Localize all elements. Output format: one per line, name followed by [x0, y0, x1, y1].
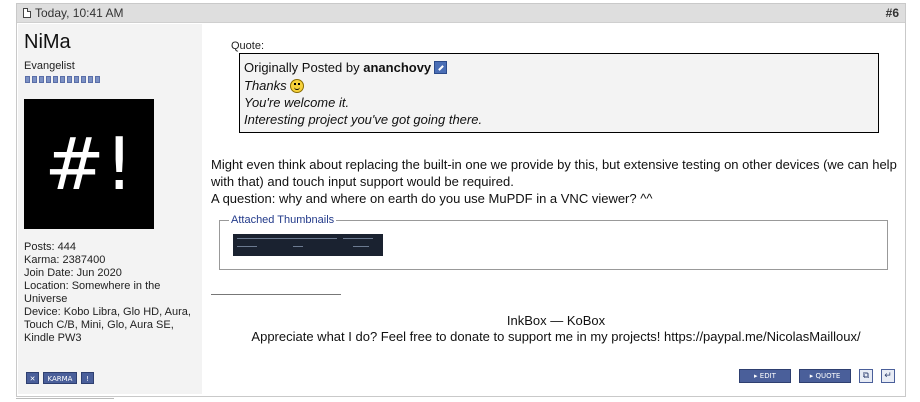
reputation-bar: [25, 76, 100, 83]
quote-attribution: Originally Posted by ananchovy: [244, 60, 448, 75]
signature-divider: [211, 294, 341, 295]
reputation-pip: [32, 76, 37, 83]
user-title: Evangelist: [24, 60, 75, 72]
quote-line-welcome: You're welcome it.: [244, 95, 350, 110]
post-date: Today, 10:41 AM: [35, 6, 124, 20]
stat-posts: Posts: 444: [24, 241, 76, 253]
user-stats: Posts: 444 Karma: 2387400 Join Date: Jun…: [24, 241, 200, 345]
multiquote-icon[interactable]: ⧉: [859, 369, 873, 383]
post-content: Quote: Originally Posted by ananchovy Th…: [211, 24, 901, 394]
quote-author: ananchovy: [363, 60, 432, 75]
quote-prefix: Originally Posted by: [244, 60, 360, 75]
attachment-thumbnail[interactable]: [233, 234, 383, 256]
quote-line-thanks: Thanks: [244, 78, 304, 94]
reputation-pip: [67, 76, 72, 83]
attachments-box: Attached Thumbnails: [219, 214, 888, 270]
stat-join-date: Join Date: Jun 2020: [24, 267, 122, 279]
quick-reply-icon[interactable]: ↵: [881, 369, 895, 383]
stat-karma: Karma: 2387400: [24, 254, 106, 266]
post-paragraph-2: A question: why and where on earth do yo…: [211, 191, 653, 206]
quote-box: Originally Posted by ananchovy Thanks Yo…: [239, 53, 879, 133]
reputation-pip: [39, 76, 44, 83]
reputation-pip: [95, 76, 100, 83]
post-page-icon: [23, 8, 31, 18]
username-link[interactable]: NiMa: [24, 31, 71, 54]
reputation-pip: [81, 76, 86, 83]
attachments-legend: Attached Thumbnails: [229, 214, 337, 226]
reputation-pip: [53, 76, 58, 83]
edit-button[interactable]: ▸ EDIT: [739, 369, 791, 383]
reputation-pip: [46, 76, 51, 83]
quote-label: Quote:: [231, 40, 265, 52]
forum-post: Today, 10:41 AM #6 NiMa Evangelist #! Po…: [16, 3, 906, 397]
reputation-pip: [60, 76, 65, 83]
reputation-pip: [25, 76, 30, 83]
post-body: Might even think about replacing the bui…: [211, 156, 901, 207]
stat-location: Location: Somewhere in the Universe: [24, 280, 161, 305]
user-action-buttons: ✕ KARMA !: [26, 372, 94, 384]
post-number-link[interactable]: #6: [886, 6, 899, 20]
stat-device: Device: Kobo Libra, Glo HD, Aura, Touch …: [24, 306, 191, 344]
post-paragraph-1: Might even think about replacing the bui…: [211, 157, 897, 189]
reputation-pip: [88, 76, 93, 83]
user-info-panel: NiMa Evangelist #! Posts: 444 Karma: 238…: [18, 24, 202, 394]
post-header: Today, 10:41 AM #6: [17, 4, 905, 23]
karma-button[interactable]: KARMA: [43, 372, 77, 384]
signature-donate: Appreciate what I do? Feel free to donat…: [251, 329, 861, 344]
view-post-icon[interactable]: [434, 61, 448, 75]
quote-button[interactable]: ▸ QUOTE: [799, 369, 851, 383]
smiley-icon: [289, 78, 304, 93]
reputation-pip: [74, 76, 79, 83]
post-action-buttons: ▸ EDIT ▸ QUOTE ⧉ ↵: [739, 369, 895, 383]
page-divider: [16, 398, 114, 399]
signature-title: InkBox — KoBox: [506, 313, 606, 328]
warning-icon[interactable]: !: [81, 372, 94, 384]
report-post-icon[interactable]: ✕: [26, 372, 39, 384]
quote-line-project: Interesting project you've got going the…: [244, 112, 483, 127]
user-avatar[interactable]: #!: [24, 99, 154, 229]
